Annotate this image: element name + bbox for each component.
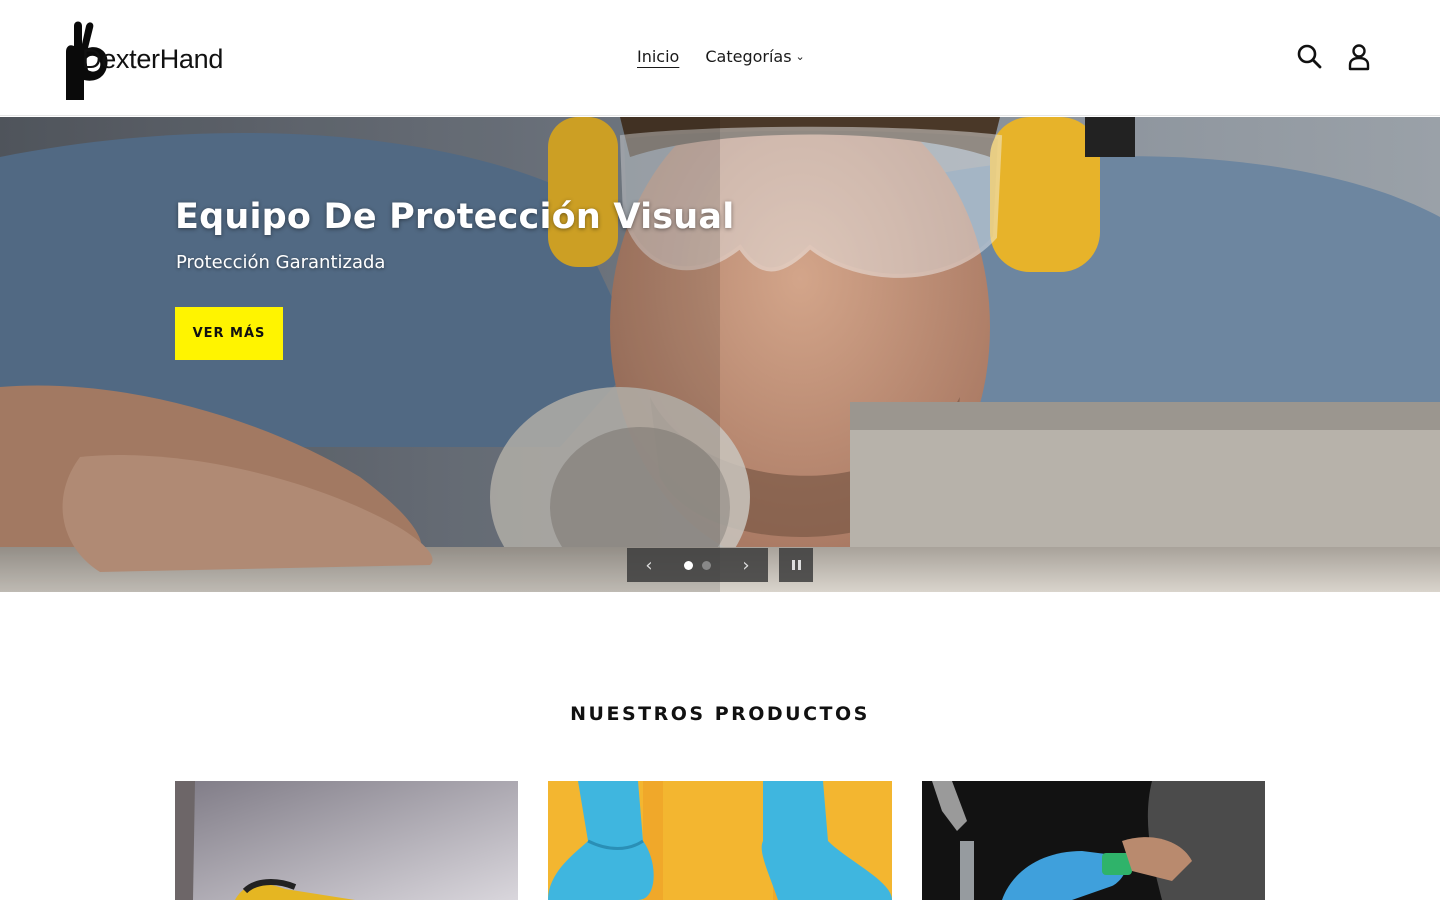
pause-icon-bar — [797, 560, 801, 570]
pause-button[interactable] — [779, 548, 813, 582]
product-image — [175, 781, 518, 900]
slideshow-controls: ‹ › — [627, 548, 768, 582]
ver-mas-button[interactable]: VER MÁS — [175, 307, 283, 360]
product-image — [548, 781, 892, 900]
nav-item-categorias-label: Categorías — [705, 47, 792, 66]
account-icon[interactable] — [1346, 43, 1372, 71]
main-nav: Inicio Categorías ⌄ — [637, 47, 805, 66]
product-card-3[interactable] — [922, 781, 1265, 900]
slide-dot-2[interactable] — [702, 560, 711, 570]
pause-icon — [791, 560, 795, 570]
site-header: DexterHand Inicio Categorías ⌄ — [0, 0, 1440, 116]
nav-item-inicio[interactable]: Inicio — [637, 47, 679, 66]
chevron-left-icon[interactable]: ‹ — [641, 555, 657, 576]
product-image — [922, 781, 1265, 900]
brand-name: DexterHand — [82, 44, 224, 74]
header-actions — [1296, 43, 1372, 71]
chevron-down-icon: ⌄ — [795, 50, 805, 63]
slide-dots — [684, 560, 711, 570]
hero-title: Equipo De Protección Visual — [175, 197, 735, 237]
section-title: NUESTROS PRODUCTOS — [570, 703, 870, 725]
nav-item-categorias[interactable]: Categorías ⌄ — [705, 47, 804, 66]
slide-dot-1[interactable] — [684, 560, 693, 570]
chevron-right-icon[interactable]: › — [738, 555, 754, 576]
search-icon[interactable] — [1296, 43, 1322, 71]
product-card-1[interactable] — [175, 781, 518, 900]
product-grid — [175, 781, 1265, 900]
brand-logo[interactable]: DexterHand — [60, 16, 250, 100]
product-card-2[interactable] — [548, 781, 892, 900]
hero-subtitle: Protección Garantizada — [176, 252, 386, 273]
hero-slideshow: Equipo De Protección Visual Protección G… — [0, 117, 1440, 592]
